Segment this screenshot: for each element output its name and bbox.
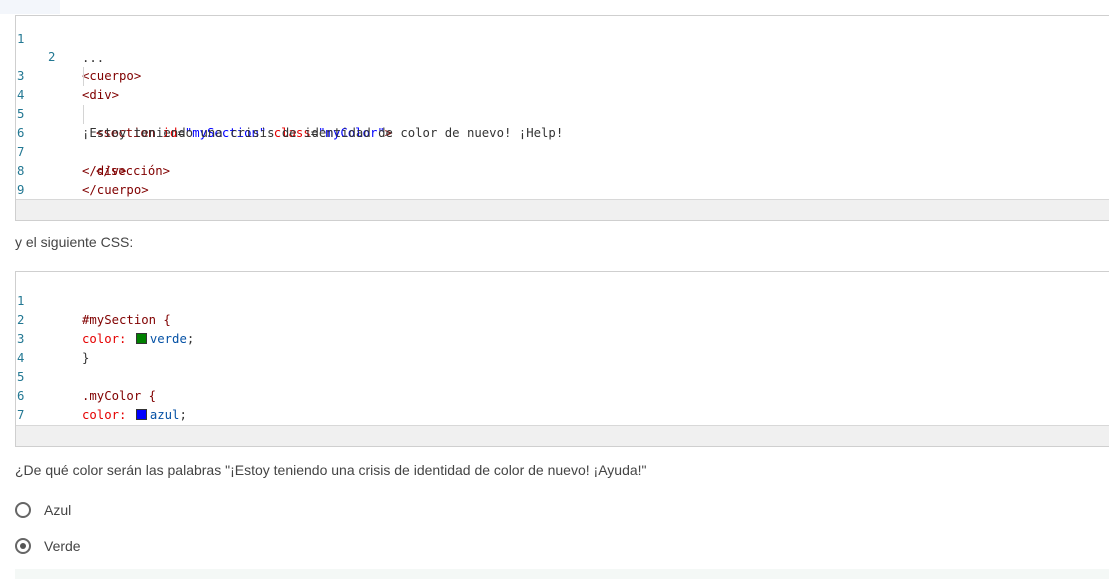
html-code-editor[interactable]: 1 ... 2 <cuerpo> 3 <div> 4 <section id="… <box>15 15 1109 221</box>
indent-guide <box>83 105 84 124</box>
css-intro-text: y el siguiente CSS: <box>15 234 134 250</box>
code-line: 4 <box>16 330 1109 365</box>
code-line: 5 .myColor { <box>16 349 1109 403</box>
code-line: 4 <section id="mySection" class="myColor… <box>16 67 1109 140</box>
code-line: 5 ¡Estoy teniendo una crisis de identida… <box>16 86 1109 140</box>
radio-button[interactable] <box>15 502 31 518</box>
code-line: 7 } <box>16 387 1109 441</box>
code-line: 3 <div> <box>16 48 1109 102</box>
code-line: 6 </sección> <box>16 105 1109 178</box>
radio-button-checked[interactable] <box>15 538 31 554</box>
code-line: 6 color: azul; <box>16 368 1109 422</box>
footer-strip <box>15 569 1109 579</box>
code-line: 8 </cuerpo> <box>16 143 1109 197</box>
indent-guide <box>83 67 84 86</box>
option-verde[interactable]: Verde <box>15 535 81 557</box>
code-line: 3 } <box>16 311 1109 365</box>
code-line: 2 <cuerpo> <box>16 29 1109 83</box>
code-line: 7 </div> <box>16 124 1109 178</box>
question-text: ¿De qué color serán las palabras "¡Estoy… <box>15 462 647 478</box>
horizontal-scrollbar[interactable] <box>16 425 1109 446</box>
option-label: Azul <box>44 502 72 518</box>
code-text: color: azul; <box>82 408 187 422</box>
line-number: 7 <box>17 408 25 422</box>
code-line: 1 #mySection { <box>16 273 1109 327</box>
line-number: 9 <box>17 183 25 197</box>
option-azul[interactable]: Azul <box>15 499 71 521</box>
horizontal-scrollbar[interactable] <box>16 199 1109 220</box>
code-line: 1 ... <box>16 11 1109 65</box>
code-line: 2 color: verde; <box>16 292 1109 346</box>
blue-color-swatch[interactable] <box>135 409 147 420</box>
code-line: 9 ... <box>16 162 1109 216</box>
code-text: </cuerpo> <box>82 183 149 197</box>
option-label: Verde <box>44 538 81 554</box>
css-code-editor[interactable]: 1 #mySection { 2 color: verde; 3 } 4 5 .… <box>15 271 1109 447</box>
